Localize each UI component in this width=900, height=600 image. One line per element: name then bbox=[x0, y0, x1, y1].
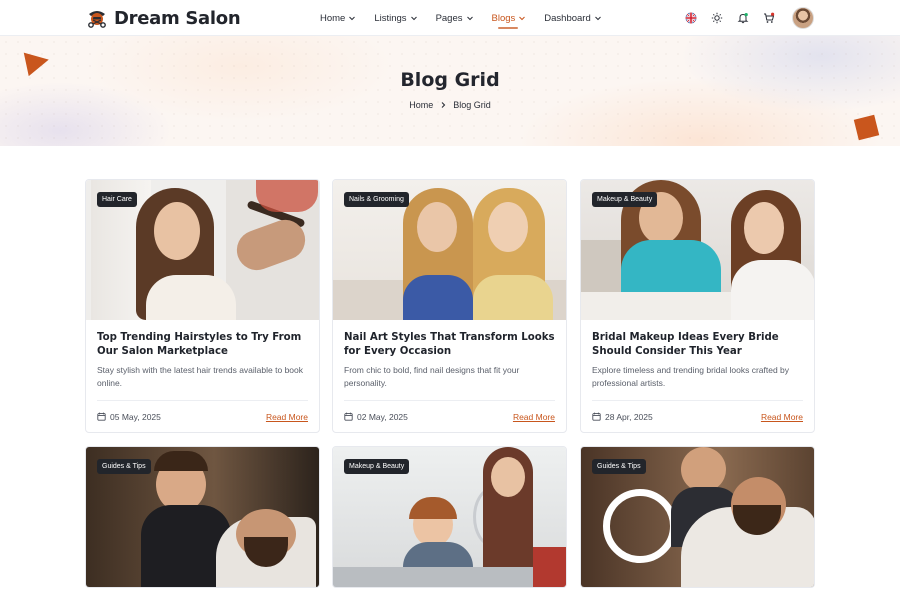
logo-icon bbox=[86, 7, 108, 29]
blog-card-meta: 05 May, 2025 Read More bbox=[97, 400, 308, 432]
blog-card-image[interactable]: Guides & Tips bbox=[581, 447, 814, 587]
page-hero: Blog Grid Home Blog Grid bbox=[0, 36, 900, 146]
calendar-icon bbox=[344, 412, 353, 421]
chevron-down-icon bbox=[594, 16, 601, 21]
post-date-text: 28 Apr, 2025 bbox=[605, 411, 653, 422]
category-tag[interactable]: Guides & Tips bbox=[97, 459, 151, 474]
calendar-icon bbox=[97, 412, 106, 421]
chevron-right-icon bbox=[441, 102, 446, 108]
blog-card-image[interactable]: Nails & Grooming bbox=[333, 180, 566, 320]
brand-name: Dream Salon bbox=[114, 7, 241, 29]
nav-item-home[interactable]: Home bbox=[320, 13, 356, 24]
chevron-down-icon bbox=[410, 16, 417, 21]
nav-item-label: Dashboard bbox=[544, 12, 591, 24]
bell-icon[interactable] bbox=[736, 11, 750, 25]
blog-card-excerpt: Stay stylish with the latest hair trends… bbox=[97, 365, 303, 388]
category-tag[interactable]: Makeup & Beauty bbox=[592, 192, 658, 207]
avatar[interactable] bbox=[792, 7, 814, 29]
blog-card[interactable]: Makeup & Beauty bbox=[332, 446, 567, 588]
chevron-down-icon bbox=[519, 16, 526, 21]
breadcrumb: Home Blog Grid bbox=[0, 100, 900, 110]
nav-item-pages[interactable]: Pages bbox=[436, 13, 474, 24]
read-more-link[interactable]: Read More bbox=[761, 412, 803, 422]
chevron-down-icon bbox=[466, 16, 473, 21]
blog-card-image[interactable]: Makeup & Beauty bbox=[333, 447, 566, 587]
blog-card[interactable]: Nails & Grooming Nail Art Styles That Tr… bbox=[332, 179, 567, 433]
page-title: Blog Grid bbox=[400, 69, 500, 91]
nav-item-dashboard[interactable]: Dashboard bbox=[544, 13, 601, 24]
post-date: 05 May, 2025 bbox=[97, 412, 161, 422]
post-date-text: 02 May, 2025 bbox=[357, 411, 408, 422]
nav-item-blogs[interactable]: Blogs bbox=[491, 12, 527, 29]
blog-card-excerpt: Explore timeless and trending bridal loo… bbox=[592, 365, 790, 388]
blog-card[interactable]: Guides & Tips bbox=[580, 446, 815, 588]
blog-card[interactable]: Guides & Tips bbox=[85, 446, 320, 588]
nav-item-label: Home bbox=[320, 12, 346, 24]
blog-card[interactable]: Hair Care Top Trending Hairstyles to Try… bbox=[85, 179, 320, 433]
main-nav: Home Listings Pages Blogs Dashboard bbox=[320, 0, 602, 36]
blog-card-image[interactable]: Hair Care bbox=[86, 180, 319, 320]
post-date: 02 May, 2025 bbox=[344, 412, 408, 422]
sun-icon[interactable] bbox=[710, 11, 724, 25]
blog-card-title[interactable]: Bridal Makeup Ideas Every Bride Should C… bbox=[592, 331, 803, 359]
hero-dot-pattern bbox=[0, 36, 900, 146]
uk-flag-icon[interactable] bbox=[684, 11, 698, 25]
breadcrumb-home[interactable]: Home bbox=[409, 100, 433, 110]
category-tag[interactable]: Hair Care bbox=[97, 192, 137, 207]
blog-card-meta: 02 May, 2025 Read More bbox=[344, 400, 555, 432]
nav-item-label: Listings bbox=[374, 12, 407, 24]
breadcrumb-current: Blog Grid bbox=[453, 100, 491, 110]
blog-card-title[interactable]: Top Trending Hairstyles to Try From Our … bbox=[97, 331, 308, 359]
blog-card-meta: 28 Apr, 2025 Read More bbox=[592, 400, 803, 432]
nav-item-listings[interactable]: Listings bbox=[374, 13, 417, 24]
header-actions bbox=[684, 7, 814, 29]
category-tag[interactable]: Makeup & Beauty bbox=[344, 459, 410, 474]
nav-item-label: Pages bbox=[435, 12, 463, 24]
blog-card-image[interactable]: Guides & Tips bbox=[86, 447, 319, 587]
blog-card-title[interactable]: Nail Art Styles That Transform Looks for… bbox=[344, 331, 555, 359]
category-tag[interactable]: Guides & Tips bbox=[592, 459, 646, 474]
cart-icon[interactable] bbox=[762, 11, 776, 25]
chevron-down-icon bbox=[349, 16, 356, 21]
post-date-text: 05 May, 2025 bbox=[110, 411, 161, 422]
read-more-link[interactable]: Read More bbox=[266, 412, 308, 422]
site-header: Dream Salon Home Listings Pages Blogs Da… bbox=[0, 0, 900, 36]
blog-card[interactable]: Makeup & Beauty Bridal Makeup Ideas Ever… bbox=[580, 179, 815, 433]
read-more-link[interactable]: Read More bbox=[513, 412, 555, 422]
blog-card-image[interactable]: Makeup & Beauty bbox=[581, 180, 814, 320]
post-date: 28 Apr, 2025 bbox=[592, 412, 653, 422]
calendar-icon bbox=[592, 412, 601, 421]
brand-logo[interactable]: Dream Salon bbox=[86, 6, 241, 30]
category-tag[interactable]: Nails & Grooming bbox=[344, 192, 409, 207]
blog-card-excerpt: From chic to bold, find nail designs tha… bbox=[344, 365, 520, 388]
nav-item-label: Blogs bbox=[491, 12, 516, 24]
